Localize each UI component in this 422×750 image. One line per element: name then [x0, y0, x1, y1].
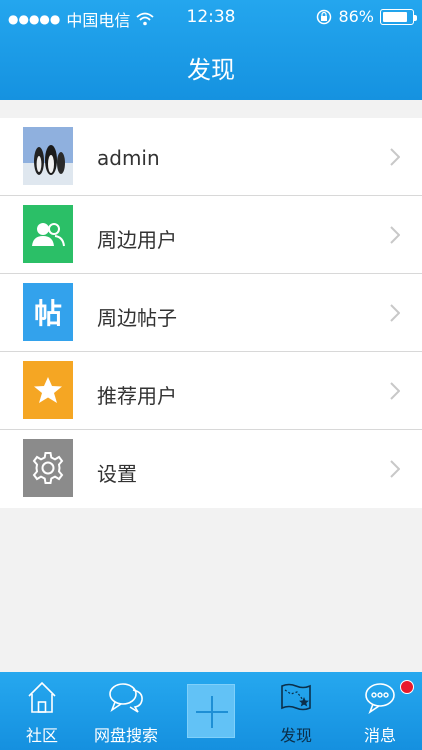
- menu-item-admin[interactable]: admin: [0, 118, 422, 196]
- chat-bubbles-icon: [109, 683, 143, 713]
- menu-item-nearby-posts[interactable]: 帖 周边帖子: [0, 274, 422, 352]
- tab-label: 网盘搜索: [93, 726, 158, 745]
- discover-menu: admin 周边用户 帖 周边帖子 推荐用户 设置: [0, 118, 422, 508]
- menu-item-label: 设置: [97, 462, 137, 486]
- plus-icon: [196, 696, 228, 728]
- status-right: 86%: [316, 7, 417, 26]
- chevron-right-icon: [390, 148, 400, 166]
- page-title: 发现: [187, 56, 235, 84]
- menu-item-recommended-users[interactable]: 推荐用户: [0, 352, 422, 430]
- header-bar: ●●●●● 中国电信 12:38 86% 发现: [0, 0, 422, 100]
- status-bar: ●●●●● 中国电信 12:38 86%: [0, 0, 422, 34]
- menu-item-label: 推荐用户: [97, 384, 177, 408]
- tab-label: 消息: [363, 726, 396, 745]
- menu-item-settings[interactable]: 设置: [0, 430, 422, 508]
- users-icon: [23, 205, 73, 263]
- tab-discover[interactable]: 发现: [254, 672, 338, 750]
- message-icon: [365, 683, 395, 714]
- tab-pan-search[interactable]: 网盘搜索: [84, 672, 168, 750]
- post-icon-glyph: 帖: [33, 297, 62, 330]
- orientation-lock-icon: [317, 9, 332, 24]
- avatar: [23, 127, 73, 185]
- tab-label: 发现: [279, 726, 312, 745]
- battery-percent: 86%: [338, 7, 374, 26]
- chevron-right-icon: [390, 382, 400, 400]
- menu-item-label: 周边帖子: [97, 306, 177, 330]
- tab-community[interactable]: 社区: [0, 672, 84, 750]
- post-icon: 帖: [23, 283, 73, 341]
- add-button[interactable]: [187, 684, 235, 738]
- home-icon: [28, 681, 56, 713]
- map-icon: [281, 683, 311, 711]
- chevron-right-icon: [390, 304, 400, 322]
- chevron-right-icon: [390, 226, 400, 244]
- menu-item-label: admin: [97, 146, 160, 170]
- menu-item-label: 周边用户: [97, 228, 177, 252]
- battery-icon: [380, 8, 417, 25]
- menu-item-nearby-users[interactable]: 周边用户: [0, 196, 422, 274]
- chevron-right-icon: [390, 460, 400, 478]
- tab-label: 社区: [25, 726, 58, 745]
- notification-badge: [400, 680, 414, 694]
- star-icon: [23, 361, 73, 419]
- gear-icon: [23, 439, 73, 497]
